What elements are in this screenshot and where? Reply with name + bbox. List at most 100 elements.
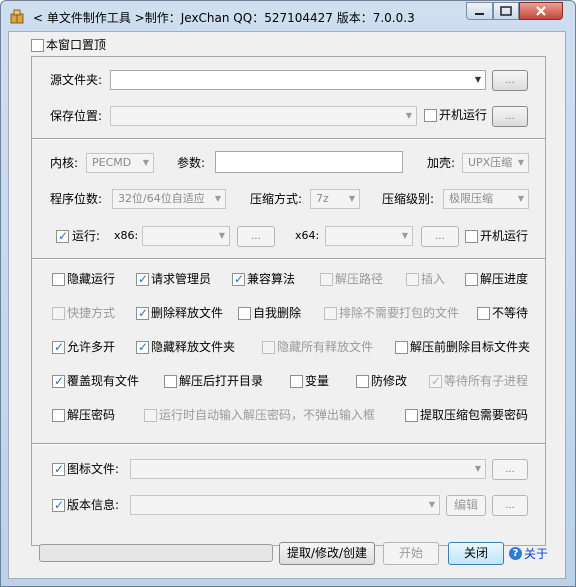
option-checkbox[interactable] xyxy=(238,307,251,320)
window-title: < 单文件制作工具 >制作：JexChan QQ：527104427 版本：7.… xyxy=(33,11,415,25)
check-icon: ✓ xyxy=(54,462,65,476)
version-info-checkbox[interactable]: ✓ xyxy=(52,498,65,512)
check-icon: ✓ xyxy=(138,306,149,320)
run-checkbox[interactable]: ✓ xyxy=(56,229,69,243)
option-checkbox[interactable] xyxy=(144,409,157,422)
chevron-down-icon: ▼ xyxy=(405,111,412,120)
option-checkbox[interactable] xyxy=(52,273,65,286)
bits-value: 32位/64位自适应 xyxy=(118,192,205,205)
option-label: 覆盖现有文件 xyxy=(67,374,140,388)
version-info-label: 版本信息: xyxy=(67,498,120,512)
icon-file-label: 图标文件: xyxy=(67,462,120,476)
option-label: 自我删除 xyxy=(253,306,302,320)
check-icon: ✓ xyxy=(54,340,65,354)
option-checkbox[interactable] xyxy=(395,341,408,354)
option-label: 等待所有子进程 xyxy=(444,374,529,388)
option-label: 请求管理员 xyxy=(151,272,212,286)
close-button[interactable]: 关闭 xyxy=(448,542,504,565)
option-label: 快捷方式 xyxy=(67,306,116,320)
always-on-top-checkbox[interactable] xyxy=(31,39,44,52)
source-folder-label: 源文件夹: xyxy=(50,73,103,87)
chevron-down-icon: ▼ xyxy=(142,158,149,167)
bits-select[interactable]: 32位/64位自适应 ▼ xyxy=(112,189,226,209)
save-location-label: 保存位置: xyxy=(50,109,103,123)
level-label: 压缩级别: xyxy=(382,192,435,206)
start-button[interactable]: 开始 xyxy=(383,542,439,565)
option-checkbox[interactable] xyxy=(477,307,490,320)
divider xyxy=(32,138,545,140)
icon-file-checkbox[interactable]: ✓ xyxy=(52,462,65,476)
option-label: 变量 xyxy=(305,374,330,388)
extract-modify-create-button[interactable]: 提取/修改/创建 xyxy=(279,542,375,565)
option-checkbox[interactable]: ✓ xyxy=(52,374,65,388)
icon-browse-button[interactable]: ... xyxy=(492,459,528,480)
x86-select[interactable]: ▼ xyxy=(142,226,230,246)
startup-checkbox[interactable] xyxy=(424,109,437,122)
option-checkbox[interactable]: ✓ xyxy=(136,272,149,286)
minimize-button[interactable] xyxy=(466,2,493,20)
source-browse-button[interactable]: ... xyxy=(492,70,528,91)
option-label: 运行时自动输入解压密码，不弹出输入框 xyxy=(159,408,376,422)
option-checkbox[interactable] xyxy=(52,409,65,422)
version-info-combo[interactable]: ▼ xyxy=(130,495,440,515)
option-label: 隐藏运行 xyxy=(67,272,116,286)
compress-label: 压缩方式: xyxy=(250,192,303,206)
option-label: 隐藏所有释放文件 xyxy=(277,340,374,354)
shell-select[interactable]: UPX压缩 ▼ xyxy=(462,153,529,173)
option-checkbox[interactable] xyxy=(406,273,419,286)
chevron-down-icon: ▼ xyxy=(428,500,435,509)
chevron-down-icon: ▼ xyxy=(517,158,524,167)
params-label: 参数: xyxy=(177,156,206,170)
title-bar[interactable]: < 单文件制作工具 >制作：JexChan QQ：527104427 版本：7.… xyxy=(1,1,575,31)
close-icon xyxy=(536,6,546,16)
check-icon: ✓ xyxy=(138,340,149,354)
option-label: 解压进度 xyxy=(480,272,529,286)
option-checkbox[interactable] xyxy=(320,273,333,286)
chevron-down-icon: ▼ xyxy=(401,231,408,240)
level-select[interactable]: 极限压缩 ▼ xyxy=(443,189,529,209)
x86-browse-button[interactable]: ... xyxy=(237,226,275,247)
params-input[interactable] xyxy=(215,151,403,173)
option-checkbox[interactable]: ✓ xyxy=(52,340,65,354)
version-browse-button[interactable]: ... xyxy=(492,495,528,516)
startup-label: 开机运行 xyxy=(439,108,488,122)
chevron-down-icon: ▼ xyxy=(214,194,221,203)
compress-value: 7z xyxy=(316,192,329,205)
divider xyxy=(32,258,545,260)
option-checkbox[interactable]: ✓ xyxy=(136,306,149,320)
option-checkbox[interactable]: ✓ xyxy=(136,340,149,354)
option-label: 删除释放文件 xyxy=(151,306,224,320)
option-checkbox[interactable] xyxy=(465,273,478,286)
check-icon: ✓ xyxy=(58,229,69,243)
option-checkbox[interactable] xyxy=(262,341,275,354)
option-checkbox[interactable]: ✓ xyxy=(429,374,442,388)
compress-select[interactable]: 7z ▼ xyxy=(310,189,360,209)
startup2-checkbox[interactable] xyxy=(465,230,478,243)
check-icon: ✓ xyxy=(138,272,149,286)
option-checkbox[interactable] xyxy=(324,307,337,320)
bits-label: 程序位数: xyxy=(50,192,103,206)
maximize-button[interactable] xyxy=(493,2,519,20)
source-folder-combo[interactable]: ▼ xyxy=(110,70,486,90)
chevron-down-icon: ▼ xyxy=(474,464,481,473)
option-checkbox[interactable]: ✓ xyxy=(232,272,245,286)
about-link[interactable]: 关于 xyxy=(524,545,548,562)
chevron-down-icon: ▼ xyxy=(348,194,355,203)
edit-button[interactable]: 编辑 xyxy=(446,495,486,516)
option-label: 解压密码 xyxy=(67,408,116,422)
save-location-combo[interactable]: ▼ xyxy=(110,106,417,126)
x86-label: x86: xyxy=(114,229,139,242)
option-checkbox[interactable] xyxy=(52,307,65,320)
option-checkbox[interactable] xyxy=(405,409,418,422)
option-checkbox[interactable] xyxy=(356,375,369,388)
always-on-top-label: 本窗口置顶 xyxy=(46,38,107,52)
kernel-select[interactable]: PECMD ▼ xyxy=(86,153,154,173)
x64-browse-button[interactable]: ... xyxy=(421,226,459,247)
save-browse-button[interactable]: ... xyxy=(492,106,528,127)
option-checkbox[interactable] xyxy=(290,375,303,388)
x64-select[interactable]: ▼ xyxy=(325,226,413,246)
option-checkbox[interactable] xyxy=(164,375,177,388)
icon-file-combo[interactable]: ▼ xyxy=(130,459,486,479)
run-label: 运行: xyxy=(72,229,101,243)
close-window-button[interactable] xyxy=(519,2,563,20)
